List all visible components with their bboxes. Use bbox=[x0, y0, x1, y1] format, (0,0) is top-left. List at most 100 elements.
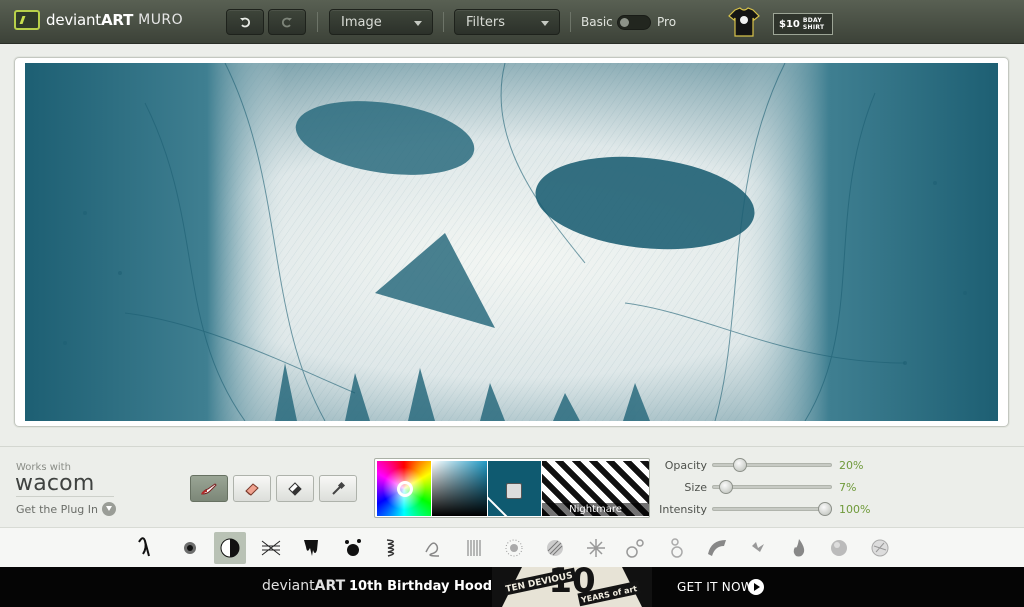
footer-ad-banner[interactable]: deviantART 10th Birthday Hoodie 10 TEN D… bbox=[0, 567, 1024, 607]
toolbar-divider bbox=[443, 12, 444, 32]
brush-preset-button[interactable] bbox=[742, 532, 774, 564]
saturation-value-picker[interactable] bbox=[432, 461, 487, 516]
texture-brush-icon bbox=[871, 539, 889, 557]
bday-shirt-promo-badge[interactable]: $10 BDAY SHIRT bbox=[773, 13, 833, 35]
toggle-knob bbox=[620, 18, 629, 27]
filters-menu-label: Filters bbox=[466, 14, 505, 30]
brush-preset-button[interactable] bbox=[823, 532, 855, 564]
brush-preset-button[interactable] bbox=[580, 532, 612, 564]
mode-basic-label[interactable]: Basic bbox=[581, 15, 613, 29]
tshirt-icon[interactable] bbox=[727, 6, 761, 38]
intensity-slider-track[interactable] bbox=[712, 507, 832, 511]
brush-preset-button[interactable] bbox=[458, 532, 490, 564]
hue-picker[interactable] bbox=[377, 461, 431, 516]
logo-app-name: MURO bbox=[138, 12, 184, 28]
brush-preset-button[interactable] bbox=[620, 532, 652, 564]
brush-preset-button[interactable] bbox=[214, 532, 247, 564]
undo-button[interactable] bbox=[226, 9, 264, 35]
brush-icon bbox=[201, 482, 217, 495]
opacity-label: Opacity bbox=[664, 459, 707, 472]
brush-preset-button[interactable] bbox=[539, 532, 571, 564]
brush-preset-button[interactable] bbox=[336, 532, 368, 564]
fill-icon bbox=[288, 481, 302, 496]
top-toolbar: deviantART MURO Image Filters Basic Pro … bbox=[0, 0, 1024, 44]
intensity-label: Intensity bbox=[659, 503, 707, 516]
promo-price: $10 bbox=[779, 18, 800, 30]
eyedropper-icon bbox=[332, 481, 346, 495]
image-menu-dropdown[interactable]: Image bbox=[329, 9, 433, 35]
deviantart-muro-logo[interactable]: deviantART MURO bbox=[14, 10, 183, 30]
soft-dot-brush-icon bbox=[183, 542, 196, 554]
brush-preset-button[interactable] bbox=[864, 532, 896, 564]
ten-years-art-graphic: 10 TEN DEVIOUS YEARS of art bbox=[492, 567, 652, 607]
color-panel: Nightmare bbox=[374, 458, 650, 518]
chevron-down-icon bbox=[414, 21, 422, 26]
splatter-brush-icon bbox=[345, 539, 361, 556]
download-icon bbox=[102, 502, 117, 516]
halftone-brush-icon bbox=[220, 538, 240, 558]
chevron-down-icon bbox=[541, 21, 549, 26]
brush-preset-button[interactable] bbox=[377, 532, 409, 564]
brush-preset-button[interactable] bbox=[174, 532, 206, 564]
basic-pro-toggle[interactable] bbox=[617, 15, 651, 30]
toolbar-divider bbox=[570, 12, 571, 32]
bubbles-brush-icon bbox=[626, 539, 644, 558]
swap-colors-icon[interactable] bbox=[506, 483, 522, 499]
brush-tool-button[interactable] bbox=[190, 475, 228, 502]
fan-brush-icon bbox=[708, 540, 727, 556]
current-color-swatch[interactable] bbox=[488, 461, 541, 516]
wacom-divider bbox=[16, 496, 114, 497]
filters-menu-dropdown[interactable]: Filters bbox=[454, 9, 560, 35]
circles-brush-icon bbox=[671, 538, 683, 558]
size-label: Size bbox=[684, 481, 707, 494]
opacity-value: 20% bbox=[839, 459, 864, 472]
stripes-brush-icon bbox=[547, 540, 563, 556]
brush-preset-button[interactable] bbox=[295, 532, 327, 564]
get-plugin-link[interactable]: Get the Plug In bbox=[16, 502, 117, 516]
toolbar-divider bbox=[317, 12, 318, 32]
eyedropper-tool-button[interactable] bbox=[319, 475, 357, 502]
promo-label: BDAY SHIRT bbox=[802, 17, 825, 31]
intensity-slider-handle[interactable] bbox=[818, 502, 832, 516]
panel-divider bbox=[0, 446, 1024, 447]
fill-tool-button[interactable] bbox=[276, 475, 314, 502]
burst-brush-icon bbox=[586, 539, 605, 557]
mode-pro-label[interactable]: Pro bbox=[657, 15, 676, 29]
ad-brand-logo: deviantART bbox=[262, 578, 346, 594]
crosshatch-brush-icon bbox=[261, 540, 281, 556]
redo-icon bbox=[281, 17, 292, 28]
drip-brush-icon bbox=[304, 540, 319, 556]
eraser-icon bbox=[245, 482, 259, 496]
drawing-canvas[interactable] bbox=[25, 63, 998, 421]
wacom-logo[interactable]: wacom bbox=[15, 471, 94, 496]
opacity-slider-handle[interactable] bbox=[733, 458, 748, 472]
loop-brush-icon bbox=[425, 542, 440, 557]
opacity-slider-track[interactable] bbox=[712, 463, 832, 467]
brush-preset-button[interactable] bbox=[417, 532, 449, 564]
undo-icon bbox=[240, 17, 251, 28]
size-value: 7% bbox=[839, 481, 857, 494]
eraser-tool-button[interactable] bbox=[233, 475, 271, 502]
brush-preset-button[interactable] bbox=[255, 532, 287, 564]
squiggle-brush-icon bbox=[138, 537, 150, 557]
ad-headline: 10th Birthday Hoodie bbox=[349, 579, 506, 594]
grid-dots-brush-icon bbox=[505, 539, 523, 557]
intensity-value: 100% bbox=[839, 503, 871, 516]
sphere-brush-icon bbox=[831, 540, 848, 556]
brush-preset-button[interactable] bbox=[133, 532, 165, 564]
hue-handle[interactable] bbox=[397, 481, 413, 497]
size-slider-handle[interactable] bbox=[719, 480, 734, 494]
brush-preset-button[interactable] bbox=[701, 532, 733, 564]
brush-preset-button[interactable] bbox=[498, 532, 530, 564]
leaves-brush-icon bbox=[752, 542, 764, 552]
brush-preset-button[interactable] bbox=[661, 532, 693, 564]
brush-preset-preview[interactable]: Nightmare bbox=[542, 461, 649, 516]
lines-brush-icon bbox=[467, 540, 481, 556]
redo-button[interactable] bbox=[268, 9, 306, 35]
logo-brand-text: deviantART bbox=[46, 11, 134, 29]
image-menu-label: Image bbox=[341, 14, 382, 30]
play-arrow-icon[interactable] bbox=[748, 579, 764, 595]
get-it-now-link[interactable]: GET IT NOW bbox=[677, 580, 753, 594]
brush-preset-name: Nightmare bbox=[542, 503, 649, 516]
brush-preset-button[interactable] bbox=[783, 532, 815, 564]
